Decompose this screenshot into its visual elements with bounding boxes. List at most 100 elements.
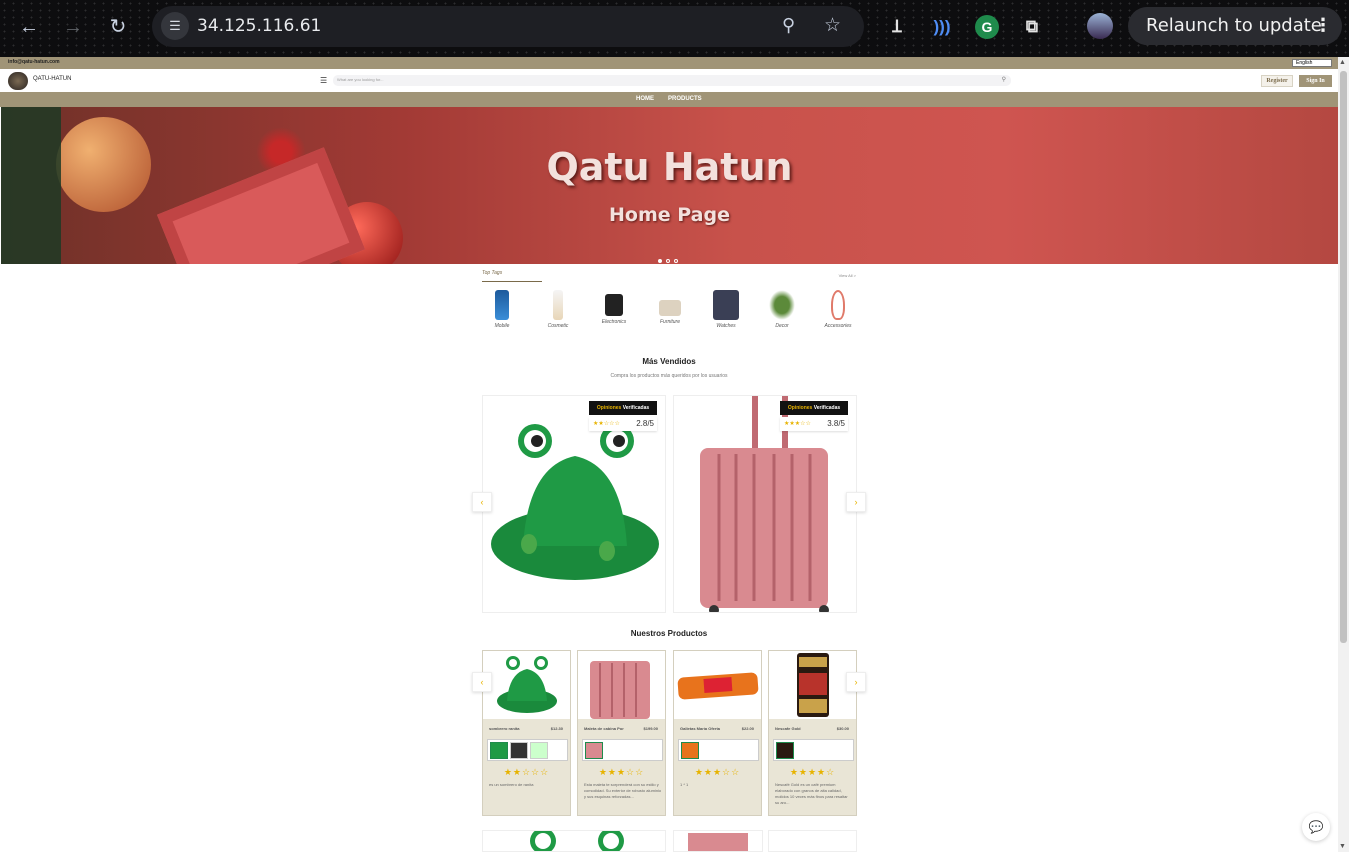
wifi-extension-icon[interactable]: ))): [929, 14, 955, 40]
search-input[interactable]: What are you looking for... ⚲: [333, 75, 1011, 86]
relaunch-button[interactable]: Relaunch to update ⋮: [1128, 7, 1342, 45]
product-name[interactable]: Maleta de cabina Por: [584, 726, 636, 731]
verified-reviews-badge: Opiniones Verificadas: [589, 401, 657, 415]
search-icon[interactable]: ⚲: [1002, 76, 1006, 83]
signin-button[interactable]: Sign In: [1299, 75, 1332, 87]
scroll-down-icon[interactable]: ▼: [1339, 843, 1346, 850]
grammarly-icon[interactable]: G: [975, 15, 999, 39]
tag-label: Electronics: [601, 319, 627, 325]
cosmetic-image: [553, 290, 563, 320]
tag-mobile[interactable]: Mobile: [482, 290, 522, 329]
mobile-image: [495, 290, 509, 320]
thumbnail[interactable]: [530, 742, 548, 759]
product-card[interactable]: Maleta de cabina Por $199.00 ★★★☆☆ Esta …: [577, 650, 666, 816]
thumbnail[interactable]: [490, 742, 508, 759]
product-image: [578, 651, 665, 719]
forward-arrow-icon[interactable]: →: [59, 13, 87, 41]
top-tags-section: Top Tags View All > Mobile Cosmetic Elec…: [482, 268, 856, 334]
language-select[interactable]: English: [1292, 59, 1332, 67]
tag-watches[interactable]: Watches: [706, 290, 746, 329]
slide-dot[interactable]: [658, 259, 662, 263]
page-scrollbar[interactable]: ▲ ▼: [1338, 57, 1349, 852]
best-seller-card[interactable]: Opiniones Verificadas ★★★☆☆ 3.8/5: [673, 395, 857, 613]
site-info-icon[interactable]: ☰: [161, 12, 189, 40]
products-prev-button[interactable]: ‹: [472, 672, 492, 692]
tag-furniture[interactable]: Furniture: [650, 290, 690, 325]
thumbnail[interactable]: [681, 742, 699, 759]
product-rating-stars: ★★★☆☆: [598, 767, 645, 777]
site-logo[interactable]: [8, 72, 28, 90]
rating-stars: ★★☆☆☆: [593, 421, 620, 427]
more-menu-icon[interactable]: ⋮: [1314, 7, 1332, 45]
hero-slide-indicators[interactable]: [658, 250, 682, 264]
slide-dot[interactable]: [674, 259, 678, 263]
thumbnail[interactable]: [585, 742, 603, 759]
products-next-button[interactable]: ›: [846, 672, 866, 692]
tag-cosmetic[interactable]: Cosmetic: [538, 290, 578, 329]
reload-icon[interactable]: ↻: [104, 13, 132, 41]
tag-decor[interactable]: Decor: [762, 290, 802, 329]
scroll-up-icon[interactable]: ▲: [1339, 59, 1346, 66]
furniture-image: [659, 300, 681, 316]
product-price: $199.00: [643, 726, 658, 731]
product-name[interactable]: Nescafe Gold: [775, 726, 827, 731]
badge-text-b: Verificadas: [622, 405, 650, 411]
translate-extension-icon[interactable]: Ʇ: [884, 14, 910, 40]
url-text[interactable]: 34.125.116.61: [197, 16, 321, 36]
verified-reviews-badge: Opiniones Verificadas: [780, 401, 848, 415]
product-description: Nescafé Gold es un café premium elaborad…: [775, 782, 848, 805]
decor-image: [769, 290, 795, 320]
next-row-card[interactable]: [482, 830, 666, 852]
product-price: $30.00: [836, 726, 849, 731]
rating-value: 3.8/5: [827, 419, 845, 428]
search-placeholder: What are you looking for...: [337, 77, 384, 82]
thumbnail[interactable]: [776, 742, 794, 759]
next-row-card[interactable]: [768, 830, 857, 852]
back-arrow-icon[interactable]: ←: [15, 13, 43, 41]
tag-label: Accessories: [824, 323, 852, 329]
next-row-card[interactable]: [673, 830, 763, 852]
tag-accessories[interactable]: Accessories: [818, 290, 858, 329]
view-all-link[interactable]: View All >: [839, 273, 856, 278]
browser-toolbar: ← → ↻ ☰ 34.125.116.61 ⚲ ☆ Ʇ ))) G ⧉ Rela…: [0, 0, 1349, 57]
scrollbar-thumb[interactable]: [1340, 71, 1347, 643]
profile-avatar[interactable]: [1087, 13, 1113, 39]
watches-image: [713, 290, 739, 320]
product-thumbnails: [487, 739, 568, 761]
nav-products[interactable]: PRODUCTS: [668, 96, 702, 102]
chat-icon[interactable]: 💬: [1302, 813, 1330, 841]
brand-name[interactable]: QATU-HATUN: [33, 76, 71, 82]
tag-label: Furniture: [659, 319, 680, 325]
product-card[interactable]: sombrero ranita $12.30 ★★☆☆☆ es un sombr…: [482, 650, 571, 816]
bookmark-star-icon[interactable]: ☆: [824, 14, 841, 37]
thumbnail[interactable]: [510, 742, 528, 759]
rating-value: 2.8/5: [636, 419, 654, 428]
site-header: QATU-HATUN ☰ What are you looking for...…: [0, 69, 1338, 92]
product-name[interactable]: Galletas María Oferta: [680, 726, 732, 731]
product-image: [769, 651, 856, 719]
hero-title: Qatu Hatun: [546, 145, 793, 189]
product-price: $12.30: [550, 726, 563, 731]
filter-menu-icon[interactable]: ☰: [320, 76, 327, 85]
carousel-prev-button[interactable]: ‹: [472, 492, 492, 512]
nav-home[interactable]: HOME: [636, 96, 654, 102]
zoom-out-icon[interactable]: ⚲: [782, 15, 795, 36]
page-viewport: info@qatu-hatun.com English QATU-HATUN ☰…: [0, 57, 1349, 852]
product-rating-stars: ★★★★☆: [789, 767, 836, 777]
product-description: es un sombrero de ranita: [489, 782, 534, 787]
slide-dot[interactable]: [666, 259, 670, 263]
product-card[interactable]: Nescafe Gold $30.00 ★★★★☆ Nescafé Gold e…: [768, 650, 857, 816]
contact-email[interactable]: info@qatu-hatun.com: [8, 59, 60, 65]
product-card[interactable]: Galletas María Oferta $22.00 ★★★☆☆ 1 * 1: [673, 650, 762, 816]
product-name[interactable]: sombrero ranita: [489, 726, 541, 731]
puzzle-extensions-icon[interactable]: ⧉: [1019, 14, 1045, 40]
product-description: Esta maleta te sorprenderá con su estilo…: [584, 782, 662, 799]
best-seller-card[interactable]: Opiniones Verificadas ★★☆☆☆ 2.8/5: [482, 395, 666, 613]
product-rating-stars: ★★☆☆☆: [503, 767, 550, 777]
address-bar[interactable]: ☰ 34.125.116.61 ⚲ ☆: [152, 6, 864, 47]
best-sellers-title: Más Vendidos: [642, 357, 696, 366]
rating-stars: ★★★☆☆: [784, 421, 811, 427]
tag-electronics[interactable]: Electronics: [594, 290, 634, 325]
carousel-next-button[interactable]: ›: [846, 492, 866, 512]
register-button[interactable]: Register: [1261, 75, 1293, 87]
